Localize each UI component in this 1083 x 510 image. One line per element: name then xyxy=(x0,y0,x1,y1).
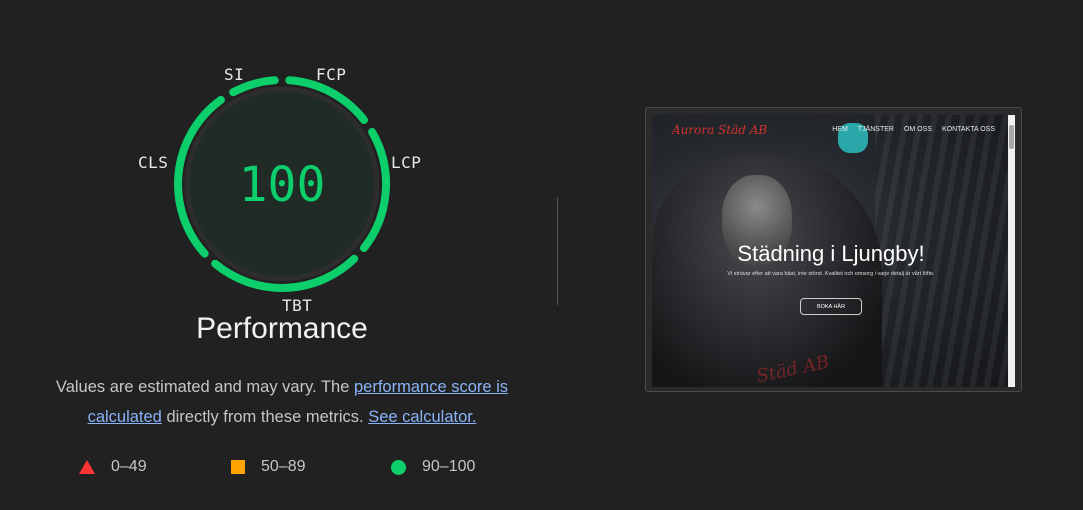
metric-label-fcp: FCP xyxy=(316,65,347,84)
site-subtext: Vi strävar efter att vara bäst, inte stö… xyxy=(727,271,935,277)
site-nav-item: HEM xyxy=(832,126,848,133)
legend-item-average: 50–89 xyxy=(231,458,306,476)
legend-label: 50–89 xyxy=(261,458,306,475)
performance-gauge: SI FCP LCP TBT CLS 100 xyxy=(126,56,436,316)
circle-icon xyxy=(391,459,406,475)
site-nav: HEM TJÄNSTER OM OSS KONTAKTA OSS xyxy=(832,126,995,133)
triangle-icon xyxy=(79,460,95,474)
legend-item-pass: 90–100 xyxy=(391,458,475,476)
legend-label: 90–100 xyxy=(422,458,476,475)
site-nav-item: TJÄNSTER xyxy=(857,126,894,133)
site-cta-button: BOKA HÄR xyxy=(800,298,862,315)
metrics-description: Values are estimated and may vary. The p… xyxy=(38,372,526,432)
site-scroll-thumb xyxy=(1009,125,1014,149)
see-calculator-link[interactable]: See calculator. xyxy=(368,408,476,426)
site-nav-item: KONTAKTA OSS xyxy=(941,126,995,133)
legend-item-fail: 0–49 xyxy=(79,458,147,476)
divider xyxy=(557,197,558,305)
description-text: Values are estimated and may vary. The xyxy=(55,378,354,396)
site-nav-item: OM OSS xyxy=(903,126,932,133)
metric-label-cls: CLS xyxy=(138,153,169,172)
gauge-title: Performance xyxy=(196,312,368,345)
metric-label-lcp: LCP xyxy=(391,153,422,172)
site-logo: Aurora Städ AB xyxy=(672,123,768,137)
description-text-2: directly from these metrics. xyxy=(161,408,369,426)
final-screenshot[interactable]: Aurora Städ AB HEM TJÄNSTER OM OSS KONTA… xyxy=(645,107,1022,392)
metric-label-si: SI xyxy=(224,65,245,84)
site-headline: Städning i Ljungby! xyxy=(737,241,925,266)
page-screenshot: Aurora Städ AB HEM TJÄNSTER OM OSS KONTA… xyxy=(652,115,1015,387)
performance-score: 100 xyxy=(238,157,326,213)
legend-label: 0–49 xyxy=(111,458,147,475)
score-legend: 0–49 50–89 90–100 xyxy=(0,458,560,482)
square-icon xyxy=(231,460,245,474)
site-scrollbar xyxy=(1008,115,1015,387)
